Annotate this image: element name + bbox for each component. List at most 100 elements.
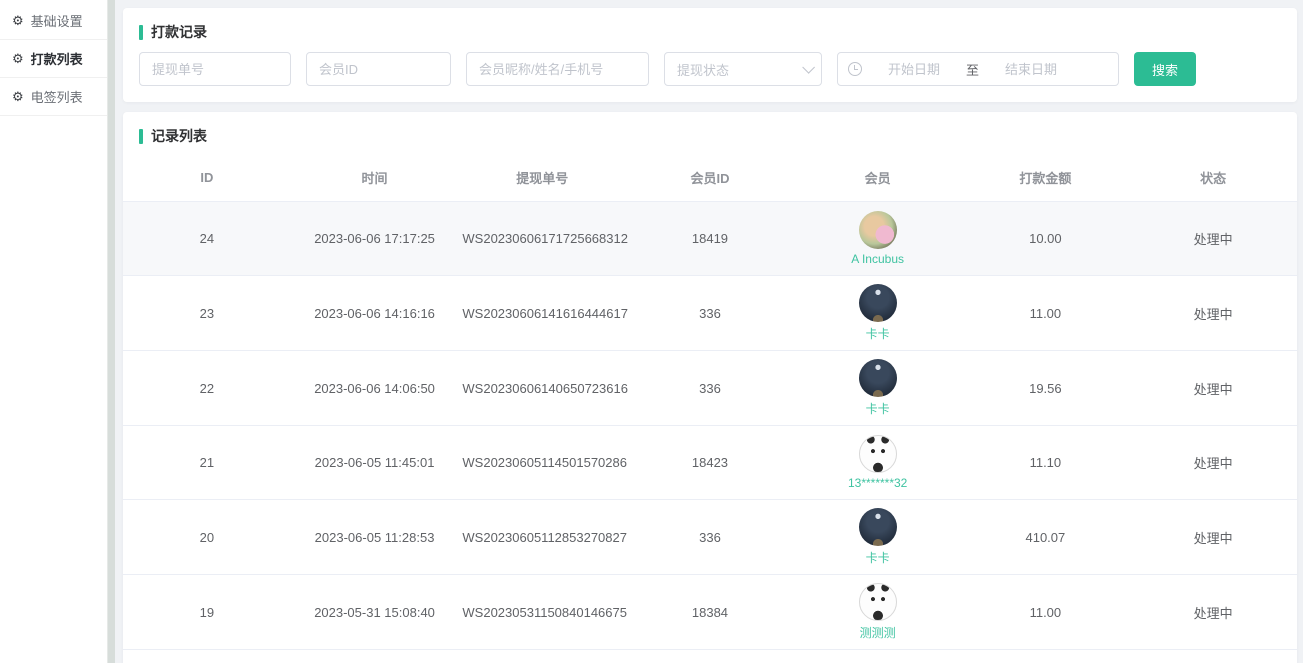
status-badge: 处理中 [1129,202,1297,276]
title-accent-bar [139,129,143,144]
col-member-id: 会员ID [626,156,794,202]
withdraw-order-input[interactable] [139,52,291,86]
cell-time: 2023-05-31 15:08:40 [291,575,459,650]
cell-time: 2023-06-05 11:45:01 [291,426,459,500]
status-badge: 处理中 [1129,276,1297,351]
member-cell: 卡卡 [798,508,958,566]
cell-amount: 10.00 [962,202,1130,276]
end-date-input[interactable] [985,62,1077,77]
col-status: 状态 [1129,156,1297,202]
member-name-link[interactable]: 卡卡 [866,325,890,342]
cell-id: 23 [123,276,291,351]
member-cell: 卡卡 [798,284,958,342]
table-header-row: ID 时间 提现单号 会员ID 会员 打款金额 状态 [123,156,1297,202]
cell-member-id: 18384 [626,575,794,650]
avatar [859,583,897,621]
col-amount: 打款金额 [962,156,1130,202]
cell-member-id: 18419 [626,202,794,276]
filter-row: 提现状态 至 搜索 [123,52,1297,86]
cell-order-no: WS20230606140650723616 [458,351,626,426]
member-info-input[interactable] [466,52,649,86]
cell-id: 20 [123,500,291,575]
cell-time: 2023-06-06 14:16:16 [291,276,459,351]
clock-icon [848,62,862,76]
chevron-down-icon [802,61,815,74]
gear-icon: ⚙ [12,90,24,103]
pagination: ‹ 1 2 › [123,649,1297,663]
member-id-input[interactable] [306,52,451,86]
status-badge: 处理中 [1129,500,1297,575]
cell-order-no: WS20230606141616444617 [458,276,626,351]
table-row[interactable]: 23 2023-06-06 14:16:16 WS202306061416164… [123,276,1297,351]
cell-amount: 19.56 [962,351,1130,426]
main-content: 打款记录 提现状态 至 搜索 [115,0,1303,663]
records-table: ID 时间 提现单号 会员ID 会员 打款金额 状态 24 2023-06-06… [123,156,1297,649]
cell-order-no: WS20230606171725668312 [458,202,626,276]
select-placeholder: 提现状态 [677,60,729,79]
cell-amount: 11.10 [962,426,1130,500]
member-cell: A Incubus [798,211,958,266]
title-accent-bar [139,25,143,40]
member-cell: 测测测 [798,583,958,641]
cell-member-id: 336 [626,351,794,426]
col-order-no: 提现单号 [458,156,626,202]
sidebar: ⚙ 基础设置 ⚙ 打款列表 ⚙ 电签列表 [0,0,107,663]
start-date-input[interactable] [868,62,960,77]
table-row[interactable]: 22 2023-06-06 14:06:50 WS202306061406507… [123,351,1297,426]
cell-amount: 11.00 [962,575,1130,650]
sidebar-item-label: 电签列表 [31,87,83,106]
table-row[interactable]: 21 2023-06-05 11:45:01 WS202306051145015… [123,426,1297,500]
member-cell: 卡卡 [798,359,958,417]
table-row[interactable]: 24 2023-06-06 17:17:25 WS202306061717256… [123,202,1297,276]
cell-order-no: WS20230605114501570286 [458,426,626,500]
cell-id: 22 [123,351,291,426]
member-name-link[interactable]: 卡卡 [866,400,890,417]
date-separator: 至 [966,60,979,79]
table-row[interactable]: 19 2023-05-31 15:08:40 WS202305311508401… [123,575,1297,650]
gear-icon: ⚙ [12,52,24,65]
cell-id: 19 [123,575,291,650]
sidebar-item-label: 基础设置 [31,11,83,30]
member-name-link[interactable]: A Incubus [851,252,904,266]
member-name-link[interactable]: 测测测 [860,624,896,641]
member-name-link[interactable]: 卡卡 [866,549,890,566]
cell-time: 2023-06-05 11:28:53 [291,500,459,575]
sidebar-item-label: 打款列表 [31,49,83,68]
member-name-link[interactable]: 13*******32 [848,476,907,490]
sidebar-item-esign-list[interactable]: ⚙ 电签列表 [0,78,107,116]
col-time: 时间 [291,156,459,202]
avatar [859,284,897,322]
status-badge: 处理中 [1129,575,1297,650]
panel-title-text: 打款记录 [151,22,207,42]
avatar [859,211,897,249]
gear-icon: ⚙ [12,14,24,27]
avatar [859,359,897,397]
date-range-picker[interactable]: 至 [837,52,1119,86]
search-button[interactable]: 搜索 [1134,52,1196,86]
col-member: 会员 [794,156,962,202]
member-cell: 13*******32 [798,435,958,490]
cell-time: 2023-06-06 17:17:25 [291,202,459,276]
app-window: ⚙ 基础设置 ⚙ 打款列表 ⚙ 电签列表 打款记录 提现状态 [0,0,1303,663]
cell-member-id: 336 [626,500,794,575]
payment-records-panel: 打款记录 提现状态 至 搜索 [123,8,1297,102]
cell-order-no: WS20230531150840146675 [458,575,626,650]
col-id: ID [123,156,291,202]
avatar [859,435,897,473]
cell-order-no: WS20230605112853270827 [458,500,626,575]
withdraw-status-select[interactable]: 提现状态 [664,52,822,86]
table-row[interactable]: 20 2023-06-05 11:28:53 WS202306051128532… [123,500,1297,575]
sidebar-item-payment-list[interactable]: ⚙ 打款列表 [0,40,107,78]
status-badge: 处理中 [1129,351,1297,426]
cell-time: 2023-06-06 14:06:50 [291,351,459,426]
record-list-panel: 记录列表 ID 时间 提现单号 会员ID 会员 打款金额 状态 [123,112,1297,663]
cell-amount: 410.07 [962,500,1130,575]
list-title: 记录列表 [123,112,1297,156]
sidebar-scrollbar[interactable] [107,0,115,663]
panel-title: 打款记录 [123,8,1297,52]
sidebar-item-basic-settings[interactable]: ⚙ 基础设置 [0,2,107,40]
cell-id: 24 [123,202,291,276]
cell-member-id: 18423 [626,426,794,500]
cell-id: 21 [123,426,291,500]
cell-member-id: 336 [626,276,794,351]
